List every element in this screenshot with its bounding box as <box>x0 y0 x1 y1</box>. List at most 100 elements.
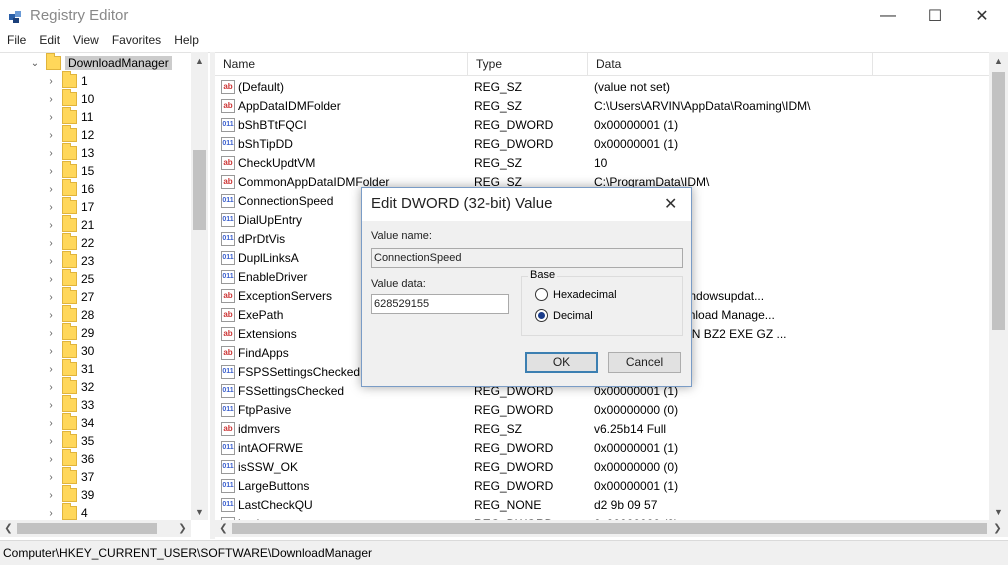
column-header-type[interactable]: Type <box>468 53 588 76</box>
chevron-right-icon[interactable]: › <box>46 310 56 321</box>
scroll-thumb[interactable] <box>992 72 1005 330</box>
maximize-button[interactable]: ☐ <box>912 0 958 32</box>
tree-item[interactable]: › 21 <box>46 215 94 234</box>
chevron-right-icon[interactable]: › <box>46 94 56 105</box>
chevron-right-icon[interactable]: › <box>46 292 56 303</box>
list-item[interactable]: 011 bShTipDD REG_DWORD 0x00000001 (1) <box>215 135 989 154</box>
chevron-right-icon[interactable]: › <box>46 76 56 87</box>
list-item[interactable]: 011 intAOFRWE REG_DWORD 0x00000001 (1) <box>215 439 989 458</box>
tree-vertical-scrollbar[interactable]: ▲ ▼ <box>191 52 208 520</box>
minimize-button[interactable]: — <box>865 0 911 32</box>
tree-item[interactable]: › 23 <box>46 251 94 270</box>
tree-item[interactable]: › 35 <box>46 431 94 450</box>
title-bar: Registry Editor — ☐ ✕ <box>0 0 1008 32</box>
chevron-right-icon[interactable]: › <box>46 148 56 159</box>
tree-item[interactable]: › 37 <box>46 467 94 486</box>
tree-item[interactable]: › 34 <box>46 413 94 432</box>
value-data-field[interactable]: 628529155 <box>371 294 509 314</box>
chevron-right-icon[interactable]: › <box>46 220 56 231</box>
list-item[interactable]: ab CheckUpdtVM REG_SZ 10 <box>215 154 989 173</box>
chevron-right-icon[interactable]: › <box>46 472 56 483</box>
chevron-right-icon[interactable]: › <box>46 112 56 123</box>
chevron-right-icon[interactable]: › <box>46 184 56 195</box>
tree-item-downloadmanager[interactable]: ⌄ DownloadManager <box>30 53 172 72</box>
tree-horizontal-scrollbar[interactable]: ❮ ❯ <box>0 520 191 537</box>
column-header-data[interactable]: Data <box>588 53 873 76</box>
chevron-right-icon[interactable]: › <box>46 382 56 393</box>
list-item[interactable]: 011 LargeButtons REG_DWORD 0x00000001 (1) <box>215 477 989 496</box>
list-item[interactable]: 011 LastCheckQU REG_NONE d2 9b 09 57 <box>215 496 989 515</box>
list-item[interactable]: 011 FtpPasive REG_DWORD 0x00000000 (0) <box>215 401 989 420</box>
chevron-right-icon[interactable]: › <box>46 202 56 213</box>
tree-item[interactable]: › 27 <box>46 287 94 306</box>
scroll-up-icon[interactable]: ▲ <box>989 52 1008 69</box>
tree-item[interactable]: › 32 <box>46 377 94 396</box>
chevron-right-icon[interactable]: › <box>46 364 56 375</box>
cancel-button[interactable]: Cancel <box>608 352 681 373</box>
list-item[interactable]: ab AppDataIDMFolder REG_SZ C:\Users\ARVIN\A… <box>215 97 989 116</box>
list-item[interactable]: ab (Default) REG_SZ (value not set) <box>215 78 989 97</box>
tree-item[interactable]: › 16 <box>46 179 94 198</box>
radio-decimal[interactable]: Decimal <box>535 309 593 322</box>
chevron-right-icon[interactable]: › <box>46 454 56 465</box>
radio-icon[interactable] <box>535 288 548 301</box>
tree-item[interactable]: › 17 <box>46 197 94 216</box>
chevron-right-icon[interactable]: › <box>46 256 56 267</box>
tree-item[interactable]: › 39 <box>46 485 94 504</box>
menu-file[interactable]: File <box>0 32 32 52</box>
tree-item[interactable]: › 12 <box>46 125 94 144</box>
tree-item[interactable]: › 10 <box>46 89 94 108</box>
column-header-name[interactable]: Name <box>215 53 468 76</box>
tree-item[interactable]: › 13 <box>46 143 94 162</box>
tree-item[interactable]: › 15 <box>46 161 94 180</box>
scroll-down-icon[interactable]: ▼ <box>191 503 208 520</box>
chevron-down-icon[interactable]: ⌄ <box>30 58 40 69</box>
tree-item[interactable]: › 1 <box>46 71 88 90</box>
scroll-thumb[interactable] <box>232 523 987 534</box>
chevron-right-icon[interactable]: › <box>46 274 56 285</box>
scroll-left-icon[interactable]: ❮ <box>0 520 17 537</box>
list-vertical-scrollbar[interactable]: ▲ ▼ <box>989 52 1008 520</box>
list-item[interactable]: 011 isSSW_OK REG_DWORD 0x00000000 (0) <box>215 458 989 477</box>
tree-item[interactable]: › 25 <box>46 269 94 288</box>
tree-item[interactable]: › 28 <box>46 305 94 324</box>
chevron-right-icon[interactable]: › <box>46 166 56 177</box>
menu-help[interactable]: Help <box>167 32 205 52</box>
ok-button[interactable]: OK <box>525 352 598 373</box>
tree-item[interactable]: › 33 <box>46 395 94 414</box>
list-item[interactable]: 011 bShBTtFQCI REG_DWORD 0x00000001 (1) <box>215 116 989 135</box>
scroll-right-icon[interactable]: ❯ <box>989 520 1006 537</box>
chevron-right-icon[interactable]: › <box>46 400 56 411</box>
menu-favorites[interactable]: Favorites <box>105 32 167 52</box>
scroll-left-icon[interactable]: ❮ <box>215 520 232 537</box>
tree-item[interactable]: › 22 <box>46 233 94 252</box>
list-item[interactable]: ab idmvers REG_SZ v6.25b14 Full <box>215 420 989 439</box>
tree-item[interactable]: › 36 <box>46 449 94 468</box>
radio-selected-icon[interactable] <box>535 309 548 322</box>
scroll-thumb[interactable] <box>17 523 157 534</box>
tree-item[interactable]: › 30 <box>46 341 94 360</box>
scroll-down-icon[interactable]: ▼ <box>989 503 1008 520</box>
scroll-up-icon[interactable]: ▲ <box>191 52 208 69</box>
scroll-right-icon[interactable]: ❯ <box>174 520 191 537</box>
chevron-right-icon[interactable]: › <box>46 508 56 519</box>
tree-item[interactable]: › 11 <box>46 107 93 126</box>
value-name-field[interactable]: ConnectionSpeed <box>371 248 683 268</box>
chevron-right-icon[interactable]: › <box>46 418 56 429</box>
close-button[interactable]: ✕ <box>959 0 1005 32</box>
key-tree[interactable]: ⌄ DownloadManager › 1 › 10 › 11 › 12 › 13 › 15 › 16 › 1… <box>0 52 210 539</box>
tree-item[interactable]: › 31 <box>46 359 94 378</box>
list-horizontal-scrollbar[interactable]: ❮ ❯ <box>215 520 1008 537</box>
menu-edit[interactable]: Edit <box>32 32 66 52</box>
chevron-right-icon[interactable]: › <box>46 328 56 339</box>
chevron-right-icon[interactable]: › <box>46 346 56 357</box>
dialog-close-icon[interactable]: ✕ <box>664 194 677 214</box>
chevron-right-icon[interactable]: › <box>46 130 56 141</box>
radio-hexadecimal[interactable]: Hexadecimal <box>535 288 617 301</box>
tree-item[interactable]: › 29 <box>46 323 94 342</box>
chevron-right-icon[interactable]: › <box>46 490 56 501</box>
menu-view[interactable]: View <box>66 32 105 52</box>
chevron-right-icon[interactable]: › <box>46 238 56 249</box>
scroll-thumb[interactable] <box>193 150 206 230</box>
chevron-right-icon[interactable]: › <box>46 436 56 447</box>
